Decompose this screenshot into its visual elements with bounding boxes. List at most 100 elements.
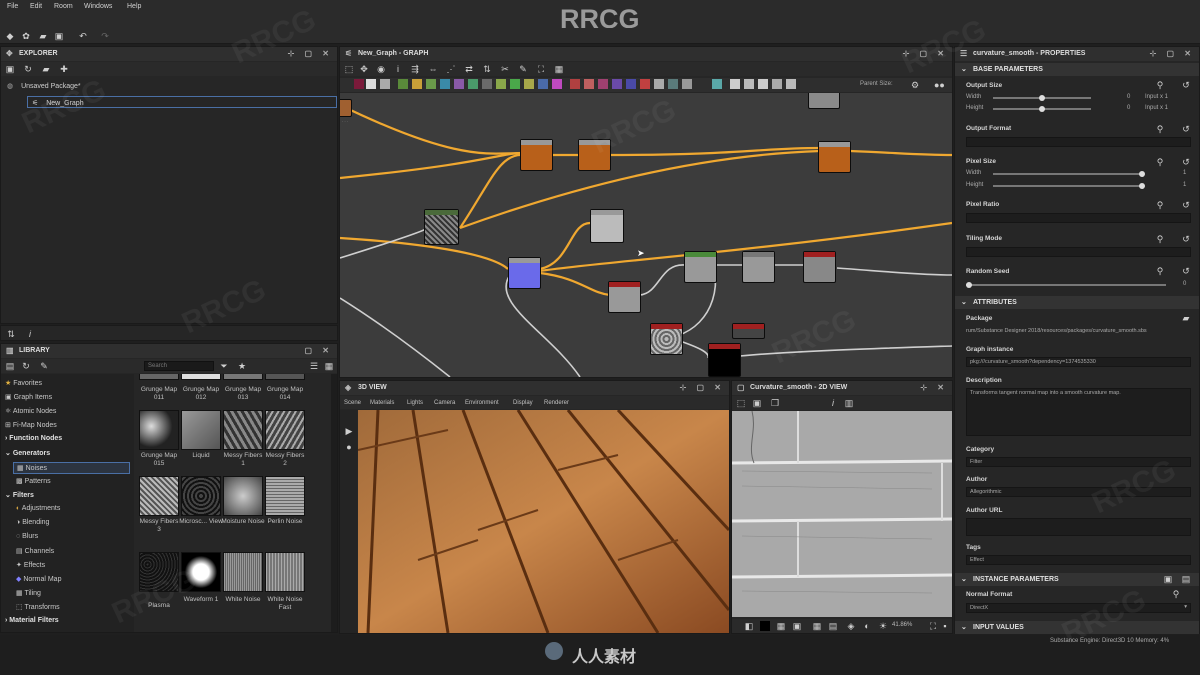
graph-node[interactable] bbox=[608, 281, 641, 313]
node-type-icon[interactable] bbox=[584, 79, 594, 89]
grid-icon[interactable]: ▦ bbox=[554, 64, 564, 74]
panel-buttons[interactable]: ⊹ ▢ ✕ bbox=[1150, 49, 1195, 58]
thumbnail-microscope-view[interactable] bbox=[181, 476, 221, 516]
graph-row[interactable]: ⚟ New_Graph bbox=[27, 96, 337, 108]
node-type-icon[interactable] bbox=[426, 79, 436, 89]
author-field[interactable]: Allegorithmic bbox=[966, 487, 1191, 497]
thumbnail[interactable] bbox=[139, 374, 179, 380]
category-atomic-nodes[interactable]: ⚛ Atomic Nodes bbox=[5, 407, 56, 415]
menu-scene[interactable]: Scene bbox=[344, 400, 361, 406]
random-seed-knob[interactable] bbox=[966, 282, 972, 288]
channels-icon[interactable]: ▤ bbox=[828, 621, 838, 631]
graph-node-normal[interactable] bbox=[508, 257, 541, 289]
node-type-icon[interactable] bbox=[496, 79, 506, 89]
link-icon[interactable]: ⇔ bbox=[428, 64, 438, 74]
thumbnail-plasma[interactable] bbox=[139, 552, 179, 592]
thumbnail-grunge-015[interactable] bbox=[139, 410, 179, 450]
node-type-icon[interactable] bbox=[354, 79, 364, 89]
graph-node[interactable] bbox=[578, 139, 611, 171]
edit-icon[interactable]: ✎ bbox=[39, 361, 49, 371]
link-param-icon[interactable]: ⚲ bbox=[1171, 589, 1181, 599]
menu-lights[interactable]: Lights bbox=[407, 400, 423, 406]
node-type-icon[interactable] bbox=[398, 79, 408, 89]
link-param-icon[interactable]: ⚲ bbox=[1155, 157, 1165, 167]
brightness-icon[interactable]: ☀ bbox=[878, 621, 888, 631]
folder-icon[interactable]: ▰ bbox=[41, 64, 51, 74]
save-icon[interactable]: ▣ bbox=[54, 31, 64, 41]
redo-icon[interactable]: ↷ bbox=[100, 31, 110, 41]
category-transforms[interactable]: ⬚ Transforms bbox=[16, 603, 60, 611]
fit-icon[interactable]: ⛶ bbox=[928, 621, 938, 631]
refresh-icon[interactable]: ↻ bbox=[23, 64, 33, 74]
lock-icon[interactable]: ▪ bbox=[940, 621, 950, 631]
node-type-icon[interactable] bbox=[654, 79, 664, 89]
menu-environment[interactable]: Environment bbox=[465, 400, 499, 406]
background-icon[interactable] bbox=[760, 621, 770, 631]
pixel-width-knob[interactable] bbox=[1139, 171, 1145, 177]
normal-format-select[interactable]: DirectX ▾ bbox=[966, 603, 1191, 613]
section-input-values[interactable]: ⌄ INPUT VALUES bbox=[955, 621, 1199, 634]
pen-icon[interactable]: ✎ bbox=[518, 64, 528, 74]
new-icon[interactable]: ◆ bbox=[5, 31, 15, 41]
more-icon[interactable]: ●● bbox=[934, 80, 945, 90]
category-tiling[interactable]: ▦ Tiling bbox=[16, 589, 41, 597]
width-mode[interactable]: Input x 1 bbox=[1145, 94, 1168, 100]
pixel-height-knob[interactable] bbox=[1139, 183, 1145, 189]
frame-icon[interactable]: ⬚ bbox=[344, 64, 354, 74]
export-icon[interactable]: ▤ bbox=[1181, 574, 1191, 584]
graph-node[interactable] bbox=[520, 139, 553, 171]
graph-instance-field[interactable]: pkg:///curvature_smooth?dependency=13745… bbox=[966, 357, 1191, 367]
graph-node-curvature-smooth[interactable] bbox=[590, 209, 624, 243]
category-function-nodes[interactable]: › Function Nodes bbox=[5, 435, 62, 442]
folder-icon[interactable]: ▰ bbox=[1181, 313, 1191, 323]
category-patterns[interactable]: ▩ Patterns bbox=[16, 477, 51, 485]
section-attributes[interactable]: ⌄ ATTRIBUTES bbox=[955, 296, 1199, 309]
node-type-icon[interactable] bbox=[758, 79, 768, 89]
filter-icon[interactable]: ⏷ bbox=[219, 361, 229, 371]
node-type-icon[interactable] bbox=[440, 79, 450, 89]
menu-renderer[interactable]: Renderer bbox=[544, 400, 569, 406]
tree-icon[interactable]: ⇅ bbox=[6, 329, 16, 339]
thumbnail-moisture-noise[interactable] bbox=[223, 476, 263, 516]
view3d-viewport[interactable] bbox=[358, 410, 729, 633]
reset-icon[interactable]: ↺ bbox=[1181, 124, 1191, 134]
add-icon[interactable]: ✚ bbox=[59, 64, 69, 74]
category-field[interactable]: Filter bbox=[966, 457, 1191, 467]
height-slider-knob[interactable] bbox=[1039, 106, 1045, 112]
reset-icon[interactable]: ↺ bbox=[1181, 80, 1191, 90]
view2d-viewport[interactable] bbox=[732, 411, 952, 617]
swap-icon[interactable]: ⇄ bbox=[464, 64, 474, 74]
author-url-field[interactable] bbox=[966, 518, 1191, 536]
graph-node[interactable] bbox=[803, 251, 836, 283]
node-type-icon[interactable] bbox=[366, 79, 376, 89]
menu-help[interactable]: Help bbox=[127, 3, 141, 10]
category-fxmap-nodes[interactable]: ⊞ Fi-Map Nodes bbox=[5, 421, 57, 429]
layers-icon[interactable]: ◧ bbox=[744, 621, 754, 631]
graph-node[interactable] bbox=[732, 323, 765, 339]
pixel-height-slider[interactable] bbox=[993, 185, 1143, 187]
menu-file[interactable]: File bbox=[7, 3, 18, 10]
link-param-icon[interactable]: ⚲ bbox=[1155, 200, 1165, 210]
node-type-icon[interactable] bbox=[570, 79, 580, 89]
node-type-icon[interactable] bbox=[468, 79, 478, 89]
save-icon[interactable]: ▣ bbox=[5, 64, 15, 74]
save-icon[interactable]: ▣ bbox=[752, 398, 762, 408]
flow-icon[interactable]: ⇅ bbox=[482, 64, 492, 74]
frame-icon[interactable]: ⬚ bbox=[736, 398, 746, 408]
menu-edit[interactable]: Edit bbox=[30, 3, 42, 10]
graph-node[interactable] bbox=[708, 343, 741, 377]
graph-node[interactable] bbox=[340, 99, 352, 117]
grid-icon[interactable]: ▦ bbox=[324, 361, 334, 371]
histogram-icon[interactable]: ▥ bbox=[844, 398, 854, 408]
node-type-icon[interactable] bbox=[598, 79, 608, 89]
panel-buttons[interactable]: ⊹ ▢ ✕ bbox=[288, 49, 333, 58]
thumbnail-waveform[interactable] bbox=[181, 552, 221, 592]
category-favorites[interactable]: ★ Favorites bbox=[5, 379, 42, 387]
graph-node[interactable] bbox=[684, 251, 717, 283]
tags-field[interactable]: Effect bbox=[966, 555, 1191, 565]
node-type-icon[interactable] bbox=[510, 79, 520, 89]
graph-node[interactable] bbox=[742, 251, 775, 283]
category-normal-map[interactable]: ◆ Normal Map bbox=[16, 575, 61, 583]
link-param-icon[interactable]: ⚲ bbox=[1155, 80, 1165, 90]
graph-canvas[interactable]: · · · ➤ bbox=[340, 93, 952, 377]
